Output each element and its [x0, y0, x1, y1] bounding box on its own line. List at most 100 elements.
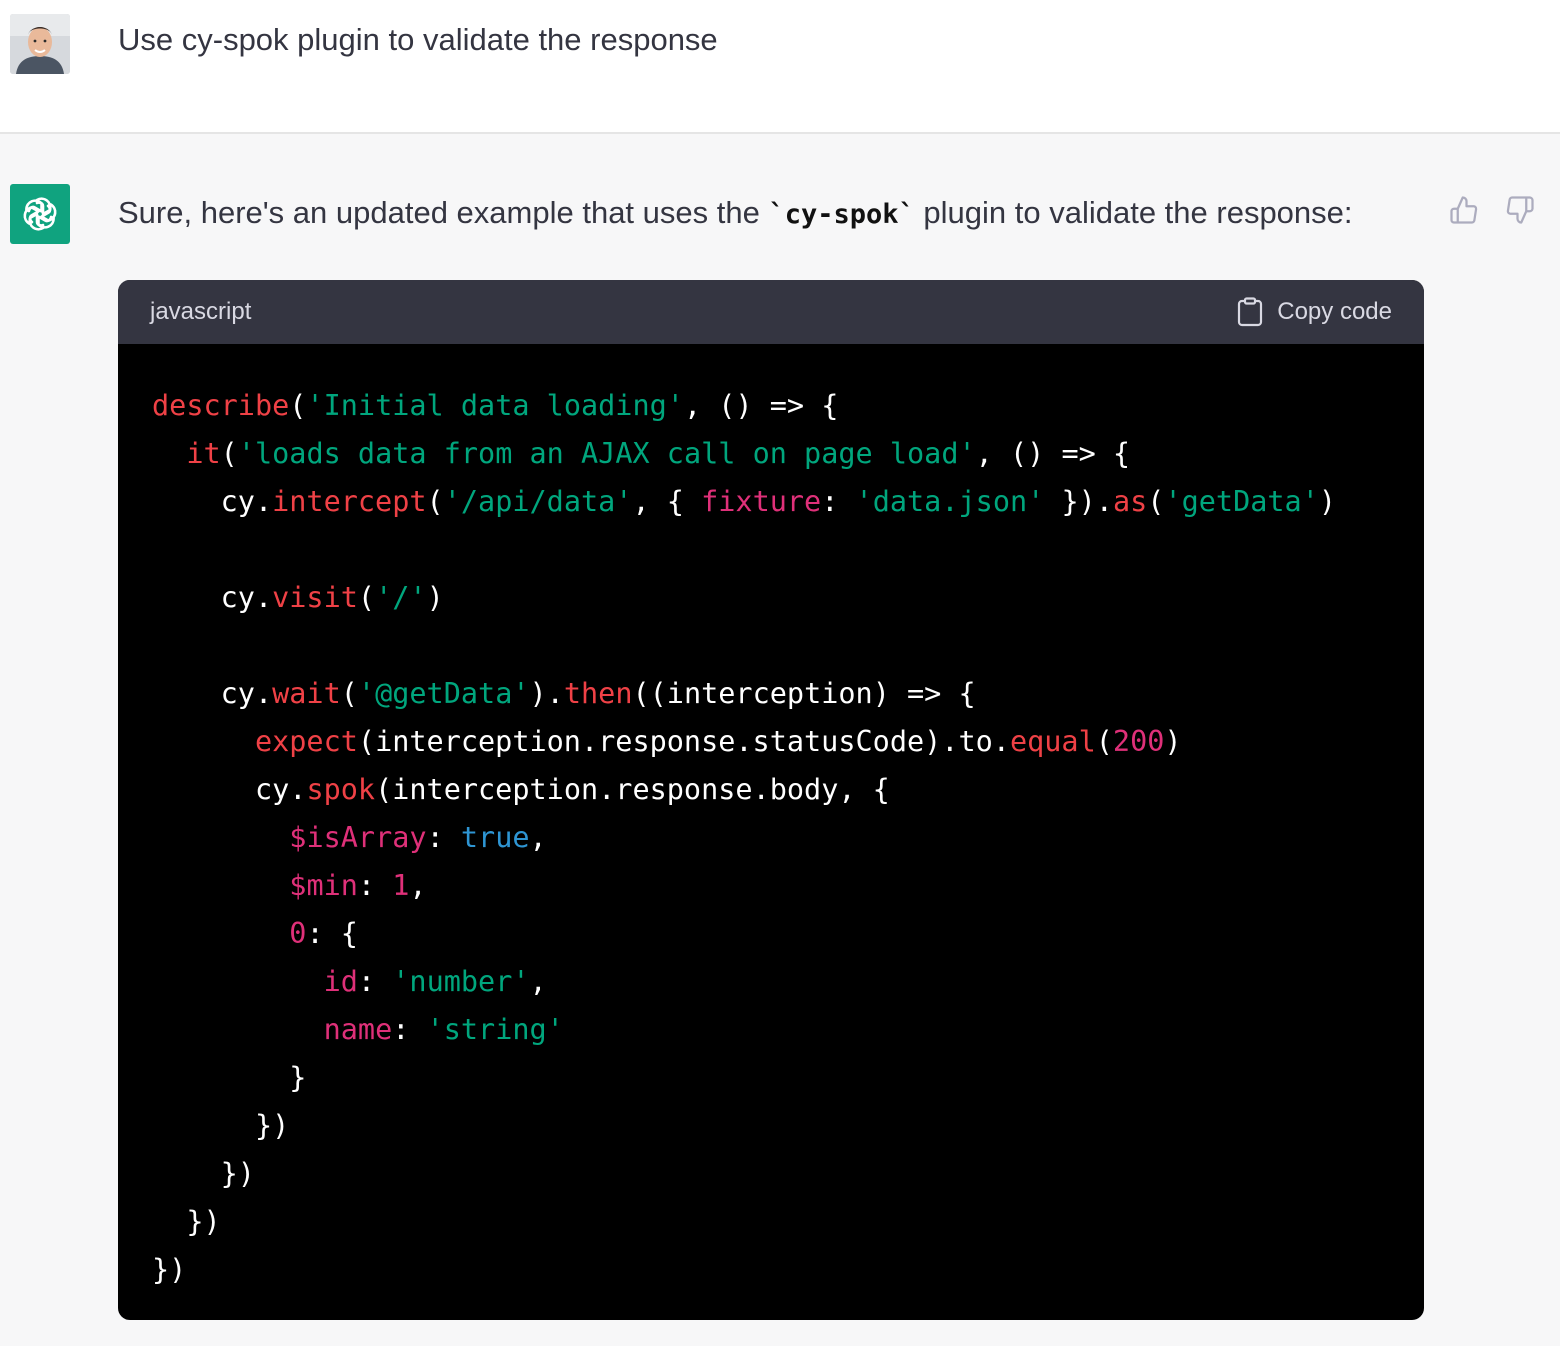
inline-code: `cy-spok` [768, 199, 915, 230]
code-token: spok [306, 773, 376, 806]
code-token: }) [152, 1205, 221, 1238]
code-token: ) [1164, 725, 1182, 758]
code-token: true [460, 821, 530, 854]
code-token: ( [289, 389, 307, 422]
code-line: it('loads data from an AJAX call on page… [152, 430, 1390, 478]
code-token: wait [272, 677, 341, 710]
code-token: ( [357, 581, 376, 614]
thumbs-down-icon [1506, 196, 1534, 224]
code-line: expect(interception.response.statusCode)… [152, 718, 1390, 766]
code-token: as [1112, 485, 1148, 518]
code-token: $min [289, 869, 358, 902]
code-line: } [152, 1054, 1390, 1102]
code-line: cy.visit('/') [152, 574, 1390, 622]
thumbs-down-button[interactable] [1502, 192, 1538, 228]
code-token: (interception.response.statusCode).to. [357, 725, 1010, 758]
code-token: '/api/data' [443, 485, 633, 518]
code-line: name: 'string' [152, 1006, 1390, 1054]
code-token: ) [1318, 485, 1337, 518]
code-token: describe [152, 389, 290, 422]
code-token: intercept [272, 485, 427, 518]
code-token: }) [152, 1253, 187, 1286]
code-token: , [409, 869, 427, 902]
code-line: }) [152, 1198, 1390, 1246]
intro-text-before: Sure, here's an updated example that use… [118, 195, 769, 230]
code-token: $isArray [289, 821, 427, 854]
code-block-header: javascript Copy code [118, 280, 1424, 344]
code-line: cy.wait('@getData').then((interception) … [152, 670, 1390, 718]
code-token: (interception.response.body, { [375, 773, 890, 806]
code-line: }) [152, 1150, 1390, 1198]
code-token: : [426, 821, 461, 854]
code-line: cy.intercept('/api/data', { fixture: 'da… [152, 478, 1390, 526]
user-avatar [10, 14, 70, 74]
assistant-avatar [10, 184, 70, 244]
code-token: expect [254, 725, 358, 758]
code-token: ( [426, 485, 444, 518]
code-token: , [529, 965, 547, 998]
code-token: 'getData' [1164, 485, 1319, 518]
intro-text-after: plugin to validate the response: [914, 195, 1353, 230]
thumbs-up-icon [1450, 196, 1478, 224]
code-token: name [323, 1013, 393, 1046]
code-line: describe('Initial data loading', () => { [152, 382, 1390, 430]
code-token: cy. [152, 677, 273, 710]
code-line: id: 'number', [152, 958, 1390, 1006]
code-token: 200 [1112, 725, 1165, 758]
code-line: cy.spok(interception.response.body, { [152, 766, 1390, 814]
code-token: ( [340, 677, 358, 710]
code-token: '@getData' [357, 677, 530, 710]
code-token: 'loads data from an AJAX call on page lo… [237, 437, 976, 470]
clipboard-icon [1238, 297, 1263, 327]
thumbs-up-button[interactable] [1446, 192, 1482, 228]
code-token: 'data.json' [855, 485, 1045, 518]
code-token: , [529, 821, 547, 854]
code-token: }). [1044, 485, 1113, 518]
user-message-row: Use cy-spok plugin to validate the respo… [0, 0, 1560, 134]
assistant-intro-text: Sure, here's an updated example that use… [118, 192, 1353, 236]
code-content: describe('Initial data loading', () => {… [118, 344, 1424, 1294]
code-token: : { [306, 917, 358, 950]
code-token: ). [529, 677, 564, 710]
code-token: ( [1095, 725, 1113, 758]
code-line: $isArray: true, [152, 814, 1390, 862]
code-token: it [186, 437, 221, 470]
code-token: }) [152, 1109, 290, 1142]
code-token: }) [152, 1157, 255, 1190]
code-token: : [392, 1013, 427, 1046]
code-token: 'Initial data loading' [306, 389, 684, 422]
code-token: equal [1009, 725, 1096, 758]
copy-code-button[interactable]: Copy code [1237, 297, 1392, 327]
code-token: , { [632, 485, 702, 518]
code-token: 'string' [426, 1013, 564, 1046]
code-token: 'number' [392, 965, 530, 998]
code-token: then [563, 677, 633, 710]
code-block: javascript Copy code describe('Initial d… [118, 280, 1424, 1320]
copy-code-label: Copy code [1277, 298, 1392, 325]
openai-logo-icon [23, 197, 57, 231]
code-token: : [357, 965, 393, 998]
code-token: fixture [701, 485, 822, 518]
code-line: }) [152, 1102, 1390, 1150]
code-token: ((interception) => { [632, 677, 976, 710]
code-token: ) [426, 581, 444, 614]
code-token: cy. [152, 581, 273, 614]
code-token: visit [272, 581, 358, 614]
assistant-message-row: Sure, here's an updated example that use… [0, 136, 1560, 1346]
code-line: $min: 1, [152, 862, 1390, 910]
code-token: id [323, 965, 358, 998]
code-token: , () => { [683, 389, 839, 422]
user-avatar-photo-icon [10, 14, 70, 74]
code-line: 0: { [152, 910, 1390, 958]
code-token: 1 [392, 869, 410, 902]
code-token: cy. [152, 773, 307, 806]
code-token: 0 [289, 917, 307, 950]
